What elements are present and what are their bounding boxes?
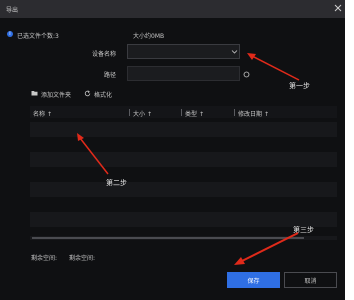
sort-icon[interactable]: ↑: [47, 111, 52, 118]
info-icon: i: [7, 31, 13, 37]
sort-icon[interactable]: ↑: [147, 111, 152, 118]
table-row[interactable]: [30, 122, 337, 137]
file-table-header: 名称 ↑ 大小 ↑ 类型 ↑ 修改日期 ↑: [30, 106, 337, 118]
file-table-body: [30, 118, 337, 236]
save-button[interactable]: 保存: [227, 272, 280, 288]
device-name-select[interactable]: [127, 44, 240, 59]
annotation-step-1: 第一步: [289, 82, 310, 90]
annotation-step-3: 第三步: [293, 226, 314, 234]
table-row[interactable]: [30, 152, 337, 167]
title-bar: 导出: [0, 0, 345, 18]
scrollbar-thumb[interactable]: [32, 237, 304, 239]
column-header-size[interactable]: 大小 ↑: [133, 109, 152, 118]
horizontal-scrollbar[interactable]: [30, 236, 337, 240]
column-label: 名称: [33, 111, 46, 118]
total-size: 大小约0MB: [133, 33, 165, 40]
column-label: 修改日期: [238, 111, 263, 118]
table-row[interactable]: [30, 197, 337, 212]
column-header-name[interactable]: 名称 ↑: [33, 109, 52, 118]
sort-icon[interactable]: ↑: [264, 111, 269, 118]
dialog-title: 导出: [6, 7, 19, 14]
sort-icon[interactable]: ↑: [199, 111, 204, 118]
close-icon[interactable]: [333, 3, 343, 13]
column-header-type[interactable]: 类型 ↑: [185, 109, 204, 118]
device-name-label: 设备名称: [92, 51, 117, 58]
cancel-button[interactable]: 取消: [284, 272, 337, 288]
path-input[interactable]: [127, 66, 240, 81]
table-row[interactable]: [30, 182, 337, 197]
table-row[interactable]: [30, 212, 337, 227]
column-divider: [129, 109, 130, 116]
refresh-icon[interactable]: [243, 71, 250, 78]
table-row[interactable]: [30, 137, 337, 152]
column-label: 类型: [185, 111, 198, 118]
add-folder-label: 添加文件夹: [41, 92, 72, 99]
column-divider: [181, 109, 182, 116]
export-dialog: 导出 i 已选文件个数:3 大小约0MB 设备名称 路径 添加文件夹 格式化 名…: [0, 0, 345, 300]
free-space-label: 剩余空间:: [31, 255, 58, 262]
format-label: 格式化: [94, 92, 113, 99]
selected-file-count: 已选文件个数:3: [17, 33, 59, 40]
table-row[interactable]: [30, 167, 337, 182]
column-divider: [234, 109, 235, 116]
folder-icon: [31, 91, 38, 96]
chevron-down-icon[interactable]: [231, 48, 238, 55]
path-label: 路径: [104, 72, 117, 79]
column-header-modified-date[interactable]: 修改日期 ↑: [238, 109, 269, 118]
annotation-step-2: 第二步: [106, 179, 127, 187]
free-space-value: 剩余空间:: [69, 255, 96, 262]
format-icon: [84, 90, 91, 97]
column-label: 大小: [133, 111, 146, 118]
